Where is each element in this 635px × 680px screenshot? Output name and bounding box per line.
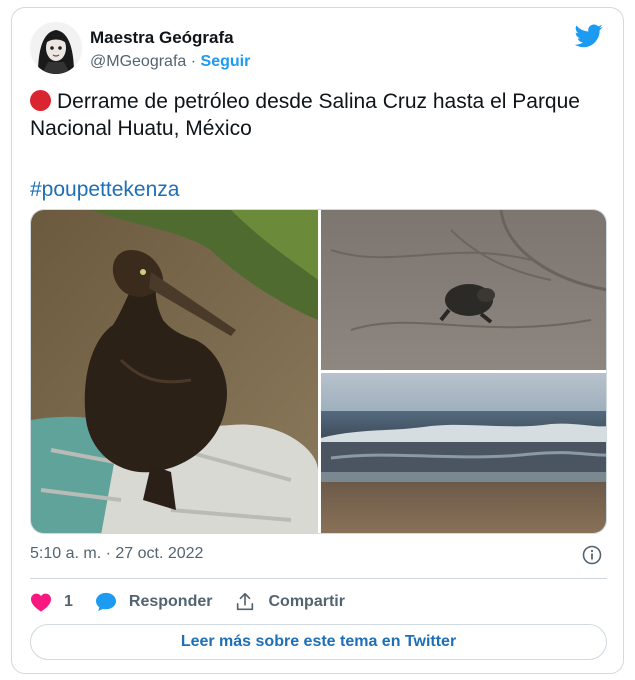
author-name[interactable]: Maestra Geógrafa	[90, 27, 250, 49]
like-count: 1	[64, 593, 73, 610]
reply-label: Responder	[128, 593, 213, 610]
info-icon[interactable]	[582, 545, 602, 565]
reply-button[interactable]: Responder	[95, 592, 213, 612]
twitter-bird-icon[interactable]	[575, 24, 603, 48]
media-grid	[30, 209, 607, 534]
red-circle-emoji-icon	[30, 90, 51, 111]
actions-bar: 1 Responder Compartir	[30, 590, 367, 614]
tweet-card: Maestra Geógrafa @MGeografa · Seguir Der…	[11, 7, 624, 674]
author-subline: @MGeografa · Seguir	[90, 51, 250, 73]
media-image-beach[interactable]	[321, 373, 607, 534]
follow-button[interactable]: Seguir	[201, 53, 251, 70]
separator-dot: ·	[190, 53, 197, 70]
share-label: Compartir	[268, 593, 345, 610]
read-more-button[interactable]: Leer más sobre este tema en Twitter	[30, 624, 607, 660]
heart-icon	[31, 593, 51, 612]
tweet-timestamp[interactable]: 5:10 a. m. · 27 oct. 2022	[30, 545, 203, 563]
avatar[interactable]	[30, 22, 82, 74]
speech-bubble-icon	[95, 592, 116, 612]
share-upload-icon	[237, 592, 254, 611]
divider	[30, 578, 607, 579]
tweet-body: Derrame de petróleo desde Salina Cruz ha…	[30, 90, 580, 140]
author-handle[interactable]: @MGeografa	[90, 53, 186, 70]
hashtag-link[interactable]: #poupettekenza	[30, 176, 179, 203]
like-button[interactable]: 1	[30, 592, 73, 612]
share-button[interactable]: Compartir	[234, 591, 345, 613]
tweet-text: Derrame de petróleo desde Salina Cruz ha…	[30, 88, 610, 142]
media-image-bird[interactable]	[31, 210, 318, 534]
media-image-turtle[interactable]	[321, 210, 607, 370]
author-block: Maestra Geógrafa @MGeografa · Seguir	[90, 27, 250, 73]
